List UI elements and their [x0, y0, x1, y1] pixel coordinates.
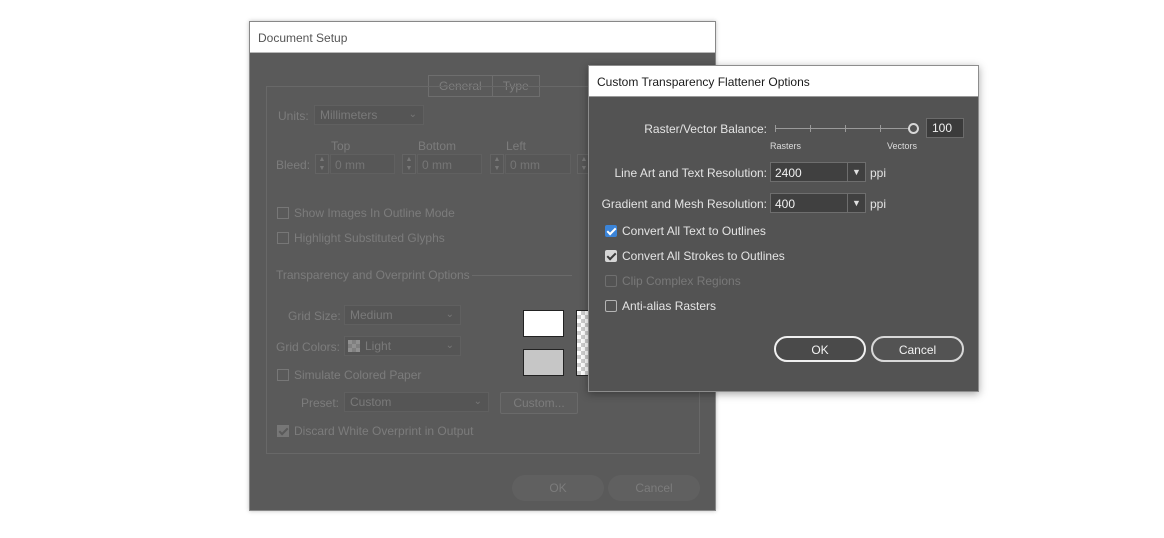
bleed-bottom-input[interactable]: 0 mm: [417, 154, 482, 174]
bleed-bottom-header: Bottom: [418, 139, 457, 153]
units-select[interactable]: Millimeters ⌄: [314, 105, 424, 125]
discard-overprint-checkbox[interactable]: [277, 425, 289, 437]
grid-size-select[interactable]: Medium ⌄: [344, 305, 461, 325]
custom-button[interactable]: Custom...: [500, 392, 578, 414]
grid-color-swatch-gray[interactable]: [523, 349, 564, 376]
flattener-cancel-button[interactable]: Cancel: [871, 336, 964, 362]
balance-slider-thumb[interactable]: [908, 123, 919, 134]
chevron-down-icon: ⌄: [445, 340, 454, 351]
flattener-options-dialog: Custom Transparency Flattener Options Ra…: [588, 65, 979, 392]
grid-size-label: Grid Size:: [288, 309, 341, 323]
grid-colors-label: Grid Colors:: [276, 340, 341, 354]
balance-label: Raster/Vector Balance:: [644, 122, 767, 136]
chevron-down-icon: ⌄: [408, 109, 417, 120]
anti-alias-rasters-label: Anti-alias Rasters: [622, 299, 717, 313]
anti-alias-rasters-checkbox[interactable]: [605, 300, 617, 312]
bleed-top-header: Top: [331, 139, 351, 153]
chevron-down-icon[interactable]: ▼: [847, 163, 865, 181]
show-images-outline-checkbox[interactable]: [277, 207, 289, 219]
document-setup-cancel-button[interactable]: Cancel: [608, 475, 700, 501]
simulate-paper-checkbox[interactable]: [277, 369, 289, 381]
flattener-dialog-body: Raster/Vector Balance: 100 Rasters Vecto…: [589, 97, 978, 391]
units-value: Millimeters: [320, 108, 378, 122]
line-art-resolution-value: 2400: [775, 166, 802, 180]
transparency-section-title: Transparency and Overprint Options: [276, 268, 470, 282]
gradient-resolution-label: Gradient and Mesh Resolution:: [601, 197, 767, 211]
preset-label: Preset:: [301, 396, 340, 410]
clip-complex-regions-label: Clip Complex Regions: [622, 274, 741, 288]
flattener-ok-button[interactable]: OK: [774, 336, 866, 362]
convert-text-label: Convert All Text to Outlines: [622, 224, 766, 238]
gradient-resolution-value: 400: [775, 197, 796, 211]
grid-colors-value: Light: [365, 339, 392, 353]
balance-slider-track[interactable]: [775, 128, 913, 129]
convert-text-checkbox[interactable]: [605, 225, 617, 237]
units-label: Units:: [278, 109, 309, 123]
show-images-outline-label: Show Images In Outline Mode: [294, 206, 455, 220]
simulate-paper-label: Simulate Colored Paper: [294, 368, 422, 382]
checker-icon: [348, 340, 360, 352]
highlight-glyphs-label: Highlight Substituted Glyphs: [294, 231, 445, 245]
chevron-down-icon[interactable]: ▼: [847, 194, 865, 212]
convert-strokes-checkbox[interactable]: [605, 250, 617, 262]
bleed-left-header: Left: [506, 139, 527, 153]
grid-colors-select[interactable]: Light ⌄: [344, 336, 461, 356]
bleed-bottom-spinner[interactable]: ▲ ▼: [402, 154, 416, 174]
bleed-left-input[interactable]: 0 mm: [505, 154, 571, 174]
bleed-label: Bleed:: [276, 158, 311, 172]
grid-size-value: Medium: [350, 308, 393, 322]
chevron-down-icon: ⌄: [445, 309, 454, 320]
bleed-top-spinner[interactable]: ▲ ▼: [315, 154, 329, 174]
line-art-unit: ppi: [870, 166, 887, 180]
rasters-label: Rasters: [770, 141, 802, 151]
chevron-down-icon: ⌄: [473, 396, 482, 407]
line-art-resolution-combo[interactable]: 2400 ▼: [770, 162, 866, 182]
slider-tick: [810, 125, 811, 132]
gradient-resolution-combo[interactable]: 400 ▼: [770, 193, 866, 213]
clip-complex-regions-checkbox: [605, 275, 617, 287]
slider-tick: [845, 125, 846, 132]
gradient-unit: ppi: [870, 197, 887, 211]
slider-tick: [775, 125, 776, 132]
grid-color-swatch-white[interactable]: [523, 310, 564, 337]
flattener-dialog-title: Custom Transparency Flattener Options: [589, 66, 978, 97]
section-divider: [472, 275, 572, 276]
document-setup-title: Document Setup: [250, 22, 715, 53]
slider-tick: [880, 125, 881, 132]
vectors-label: Vectors: [887, 141, 918, 151]
bleed-left-spinner[interactable]: ▲ ▼: [490, 154, 504, 174]
line-art-resolution-label: Line Art and Text Resolution:: [614, 166, 767, 180]
convert-strokes-label: Convert All Strokes to Outlines: [622, 249, 785, 263]
preset-value: Custom: [350, 395, 392, 409]
balance-value-input[interactable]: 100: [926, 118, 964, 138]
preset-select[interactable]: Custom ⌄: [344, 392, 489, 412]
highlight-glyphs-checkbox[interactable]: [277, 232, 289, 244]
document-setup-ok-button[interactable]: OK: [512, 475, 604, 501]
discard-overprint-label: Discard White Overprint in Output: [294, 424, 474, 438]
bleed-top-input[interactable]: 0 mm: [330, 154, 395, 174]
